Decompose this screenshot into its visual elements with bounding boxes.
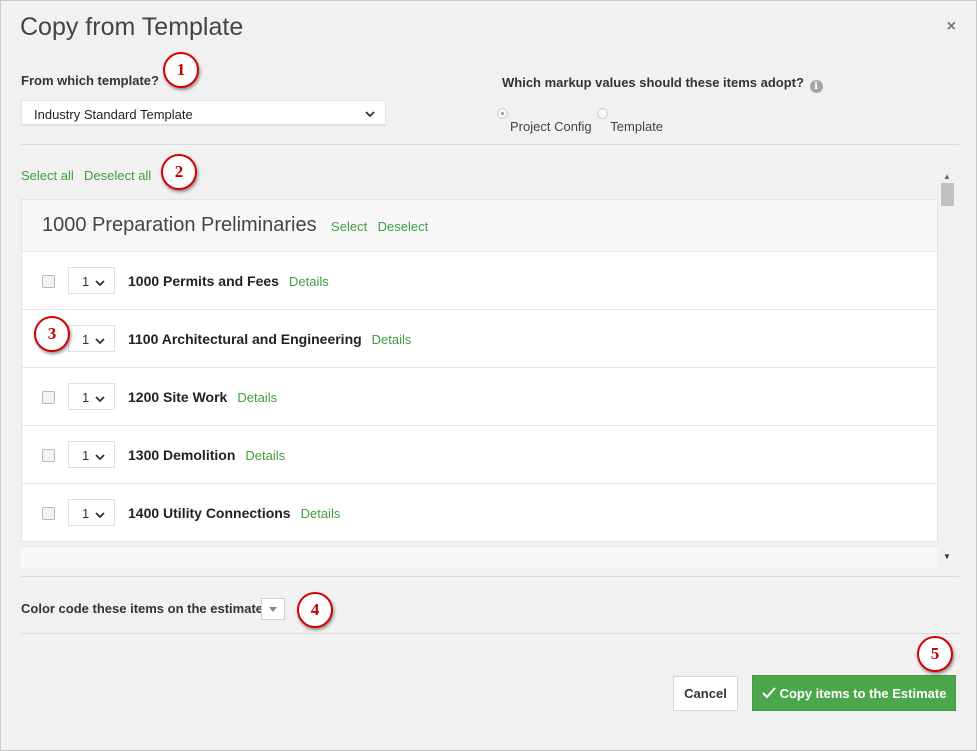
radio-button[interactable]	[497, 108, 508, 119]
details-link[interactable]: Details	[237, 390, 277, 405]
chevron-down-icon	[95, 396, 105, 403]
radio-button[interactable]	[597, 108, 609, 119]
divider	[21, 576, 959, 577]
color-code-dropdown[interactable]	[261, 598, 285, 620]
scroll-up-arrow-icon[interactable]: ▲	[943, 172, 951, 181]
copy-items-button[interactable]: Copy items to the Estimate	[752, 675, 956, 711]
group-deselect-link[interactable]: Deselect	[378, 219, 429, 234]
quantity-select[interactable]: 1	[68, 499, 115, 526]
scrollbar-thumb[interactable]	[941, 183, 954, 206]
item-checkbox[interactable]	[42, 275, 55, 288]
list-item: 1 1400 Utility Connections Details	[22, 484, 937, 541]
cancel-button[interactable]: Cancel	[673, 676, 738, 711]
horizontal-scrollbar[interactable]	[21, 546, 938, 568]
details-link[interactable]: Details	[245, 448, 285, 463]
item-name-text: 1100 Architectural and Engineering	[128, 331, 362, 347]
radio-project-config[interactable]: Project Config	[497, 108, 592, 134]
item-name-text: 1200 Site Work	[128, 389, 228, 405]
item-checkbox[interactable]	[42, 391, 55, 404]
markup-radio-group: Project Config Template	[497, 108, 665, 134]
list-item: 1 1100 Architectural and Engineering Deta…	[22, 310, 937, 368]
quantity-select[interactable]: 1	[68, 267, 115, 294]
annotation-badge-4: 4	[297, 592, 333, 628]
quantity-select[interactable]: 1	[68, 441, 115, 468]
chevron-down-icon	[95, 512, 105, 519]
group-select-link[interactable]: Select	[331, 219, 367, 234]
quantity-value: 1	[82, 274, 90, 289]
check-icon	[761, 686, 776, 698]
markup-label: Which markup values should these items a…	[502, 75, 823, 93]
chevron-down-icon	[95, 280, 105, 287]
details-link[interactable]: Details	[301, 506, 341, 521]
list-item: 1 1300 Demolition Details	[22, 426, 937, 484]
select-all-link[interactable]: Select all	[21, 168, 74, 183]
radio-label: Template	[610, 119, 664, 134]
details-link[interactable]: Details	[372, 332, 412, 347]
chevron-down-icon	[365, 111, 375, 118]
divider	[21, 633, 959, 634]
item-name: 1100 Architectural and Engineering Detail…	[128, 331, 411, 347]
vertical-scrollbar[interactable]: ▲ ▼	[939, 169, 956, 564]
item-name-text: 1400 Utility Connections	[128, 505, 291, 521]
divider	[21, 144, 959, 145]
group-header: 1000 Preparation Preliminaries Select De…	[22, 200, 937, 252]
chevron-down-icon	[95, 338, 105, 345]
list-item: 1 1000 Permits and Fees Details	[22, 252, 937, 310]
items-list: 1000 Preparation Preliminaries Select De…	[21, 199, 938, 542]
group-title: 1000 Preparation Preliminaries	[42, 214, 317, 236]
radio-label: Project Config	[510, 119, 592, 134]
color-code-label: Color code these items on the estimate?	[21, 601, 271, 616]
deselect-all-link[interactable]: Deselect all	[84, 168, 151, 183]
item-name-text: 1000 Permits and Fees	[128, 273, 279, 289]
quantity-select[interactable]: 1	[68, 325, 115, 352]
template-label: From which template?	[21, 73, 159, 88]
template-select[interactable]: Industry Standard Template	[21, 100, 386, 126]
item-name: 1000 Permits and Fees Details	[128, 273, 329, 289]
item-name: 1200 Site Work Details	[128, 389, 277, 405]
annotation-badge-3: 3	[34, 316, 70, 352]
scroll-down-arrow-icon[interactable]: ▼	[943, 552, 951, 561]
item-name: 1300 Demolition Details	[128, 447, 285, 463]
quantity-value: 1	[82, 332, 90, 347]
copy-items-label: Copy items to the Estimate	[779, 685, 947, 701]
info-icon[interactable]: i	[809, 80, 823, 93]
annotation-badge-1: 1	[163, 52, 199, 88]
template-select-value: Industry Standard Template	[34, 107, 193, 122]
item-checkbox[interactable]	[42, 449, 55, 462]
quantity-value: 1	[82, 390, 90, 405]
quantity-value: 1	[82, 448, 90, 463]
quantity-value: 1	[82, 506, 90, 521]
markup-label-text: Which markup values should these items a…	[502, 75, 804, 90]
item-name-text: 1300 Demolition	[128, 447, 236, 463]
item-checkbox[interactable]	[42, 507, 55, 520]
caret-down-icon	[269, 607, 277, 612]
dialog-title: Copy from Template	[20, 13, 244, 41]
list-item: 1 1200 Site Work Details	[22, 368, 937, 426]
details-link[interactable]: Details	[289, 274, 329, 289]
copy-from-template-dialog: Copy from Template × From which template…	[0, 0, 977, 751]
chevron-down-icon	[95, 454, 105, 461]
close-icon[interactable]: ×	[947, 18, 956, 36]
annotation-badge-2: 2	[161, 154, 197, 190]
annotation-badge-5: 5	[917, 636, 953, 672]
item-name: 1400 Utility Connections Details	[128, 505, 340, 521]
radio-template[interactable]: Template	[597, 108, 663, 134]
quantity-select[interactable]: 1	[68, 383, 115, 410]
